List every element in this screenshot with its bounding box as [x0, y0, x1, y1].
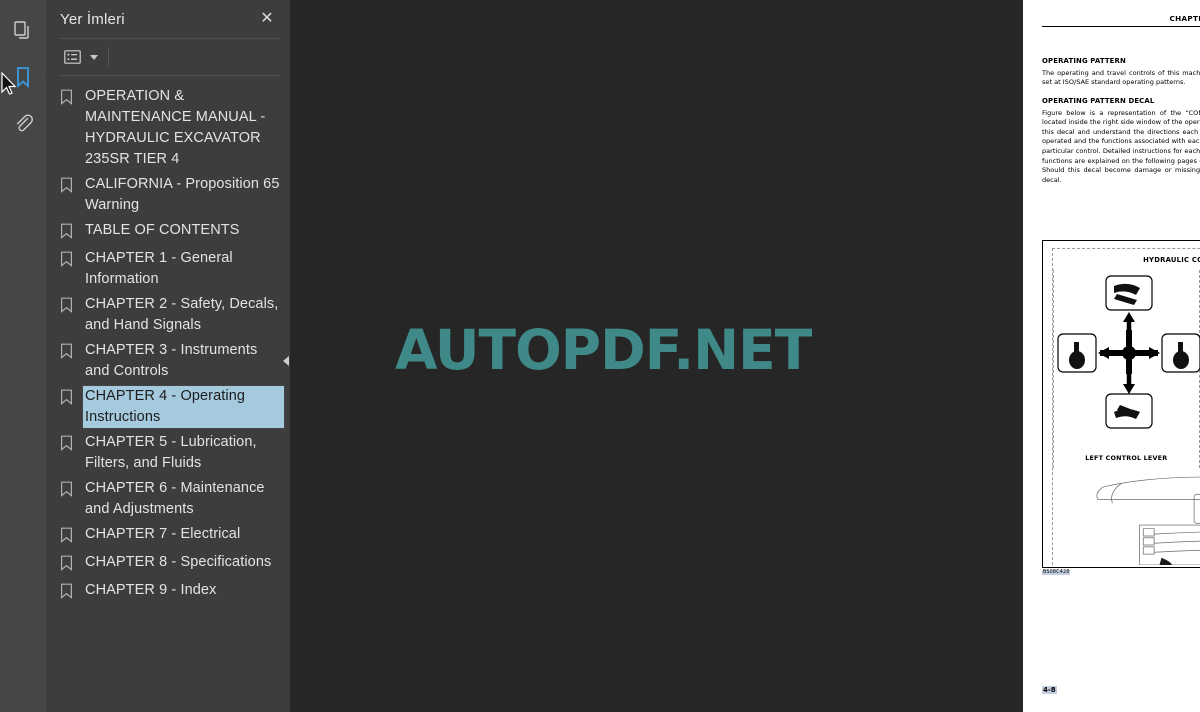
mouse-cursor-icon: [1, 72, 17, 95]
bookmark-item[interactable]: CALIFORNIA - Proposition 65 Warning: [46, 173, 290, 217]
bookmark-item[interactable]: CHAPTER 9 - Index: [46, 579, 290, 605]
page-running-head: CHAPTER 4 - OPERATING INSTRUCTIONS: [1169, 14, 1200, 23]
bookmark-item[interactable]: TABLE OF CONTENTS: [46, 219, 290, 245]
bookmark-item[interactable]: CHAPTER 2 - Safety, Decals, and Hand Sig…: [46, 293, 290, 337]
bookmark-icon: [60, 552, 78, 576]
bookmark-list[interactable]: OPERATION & MAINTENANCE MANUAL - HYDRAUL…: [46, 76, 290, 712]
bookmark-item[interactable]: CHAPTER 5 - Lubrication, Filters, and Fl…: [46, 431, 290, 475]
left-icon-rail: [0, 0, 46, 712]
bookmark-item-label: CHAPTER 3 - Instruments and Controls: [85, 342, 258, 379]
bookmark-item-label: CHAPTER 8 - Specifications: [85, 554, 272, 570]
decal-inner-frame: HYDRAULIC CONTROL LEVERS ISO/SAE PATTERN…: [1052, 247, 1200, 565]
page-title: CONTROL DECAL: [1042, 36, 1200, 48]
bookmark-item[interactable]: OPERATION & MAINTENANCE MANUAL - HYDRAUL…: [46, 85, 290, 171]
chevron-down-icon[interactable]: [90, 54, 98, 60]
bookmark-icon: [60, 294, 78, 318]
bookmark-item-label: CHAPTER 2 - Safety, Decals, and Hand Sig…: [85, 296, 279, 333]
bookmark-item-label: OPERATION & MAINTENANCE MANUAL - HYDRAUL…: [85, 88, 266, 167]
bookmarks-panel: Yer İmleri ✕ OPERATION & MAINTENANCE MAN…: [46, 0, 290, 712]
paragraph-operating-pattern-decal: Figure below is a representation of the …: [1042, 108, 1200, 184]
bookmark-icon: [60, 386, 78, 410]
bookmark-item-label: CHAPTER 1 - General Information: [85, 250, 233, 287]
header-rule: [1042, 26, 1200, 28]
left-text-column: OPERATING PATTERN The operating and trav…: [1042, 57, 1200, 234]
bookmark-item[interactable]: CHAPTER 7 - Electrical: [46, 523, 290, 549]
bookmark-item[interactable]: CHAPTER 4 - Operating Instructions: [46, 385, 290, 429]
bookmark-icon: [60, 220, 78, 244]
toolbar-separator: [108, 47, 109, 67]
chevron-left-icon: [282, 356, 289, 366]
bookmarks-panel-header: Yer İmleri ✕: [46, 0, 290, 38]
list-options-icon[interactable]: [60, 47, 84, 67]
figure-container: HYDRAULIC CONTROL LEVERS ISO/SAE PATTERN…: [1042, 239, 1200, 578]
close-icon[interactable]: ✕: [254, 6, 280, 32]
control-decal-figure: HYDRAULIC CONTROL LEVERS ISO/SAE PATTERN…: [1042, 239, 1200, 568]
bookmark-item-label: TABLE OF CONTENTS: [85, 222, 240, 238]
watermark-text: AUTOPDF.NET: [395, 318, 812, 382]
lever-diagram-columns: LEFT CONTROL LEVER: [1053, 269, 1200, 468]
figure-code: BS08C428: [1042, 569, 1071, 575]
bookmark-icon: [60, 524, 78, 548]
bookmark-item-label: CALIFORNIA - Proposition 65 Warning: [85, 176, 280, 213]
bookmark-icon: [60, 340, 78, 364]
page-number: 4-8: [1042, 686, 1057, 694]
bookmark-item[interactable]: CHAPTER 8 - Specifications: [46, 551, 290, 577]
bookmark-item-label: CHAPTER 6 - Maintenance and Adjustments: [85, 480, 265, 517]
pdf-viewer-area[interactable]: AUTOPDF.NET CHAPTER 4 - OPERATING INSTRU…: [290, 0, 1200, 712]
bookmarks-toolbar: [46, 39, 290, 75]
bookmark-item-label: CHAPTER 9 - Index: [85, 582, 217, 598]
page-thumbnails-icon[interactable]: [0, 8, 46, 54]
pdf-reader-window: Yer İmleri ✕ OPERATION & MAINTENANCE MAN…: [0, 0, 1200, 712]
bookmark-icon: [60, 174, 78, 198]
bookmark-icon: [60, 478, 78, 502]
bookmark-icon: [60, 580, 78, 604]
bookmark-item[interactable]: CHAPTER 6 - Maintenance and Adjustments: [46, 477, 290, 521]
bookmark-icon: [60, 248, 78, 272]
figure-title: HYDRAULIC CONTROL LEVERS ISO/SAE PATTERN…: [1143, 255, 1200, 264]
left-control-lever-panel: LEFT CONTROL LEVER: [1053, 269, 1200, 468]
figure-footer: BS08C428 Figure 5: [1042, 569, 1200, 578]
bookmark-icon: [60, 86, 78, 110]
paragraph-operating-pattern: The operating and travel controls of thi…: [1042, 68, 1200, 87]
section-heading-operating-pattern: OPERATING PATTERN: [1042, 57, 1126, 66]
bookmark-item-label: CHAPTER 5 - Lubrication, Filters, and Fl…: [85, 434, 257, 471]
bookmark-item-label: CHAPTER 4 - Operating Instructions: [82, 385, 285, 429]
operator-cab-illustration: [1096, 476, 1200, 565]
pdf-page: CHAPTER 4 - OPERATING INSTRUCTIONS CONTR…: [1023, 0, 1200, 712]
bookmark-item[interactable]: CHAPTER 1 - General Information: [46, 247, 290, 291]
bookmarks-panel-title: Yer İmleri: [60, 10, 125, 28]
bookmark-item-label: CHAPTER 7 - Electrical: [85, 526, 241, 542]
attachments-icon[interactable]: [0, 100, 46, 146]
left-lever-cross-diagram: [1057, 275, 1200, 429]
bookmark-item[interactable]: CHAPTER 3 - Instruments and Controls: [46, 339, 290, 383]
bookmark-icon: [60, 432, 78, 456]
section-heading-operating-pattern-decal: OPERATING PATTERN DECAL: [1042, 97, 1155, 106]
page-columns: OPERATING PATTERN The operating and trav…: [1042, 57, 1200, 234]
